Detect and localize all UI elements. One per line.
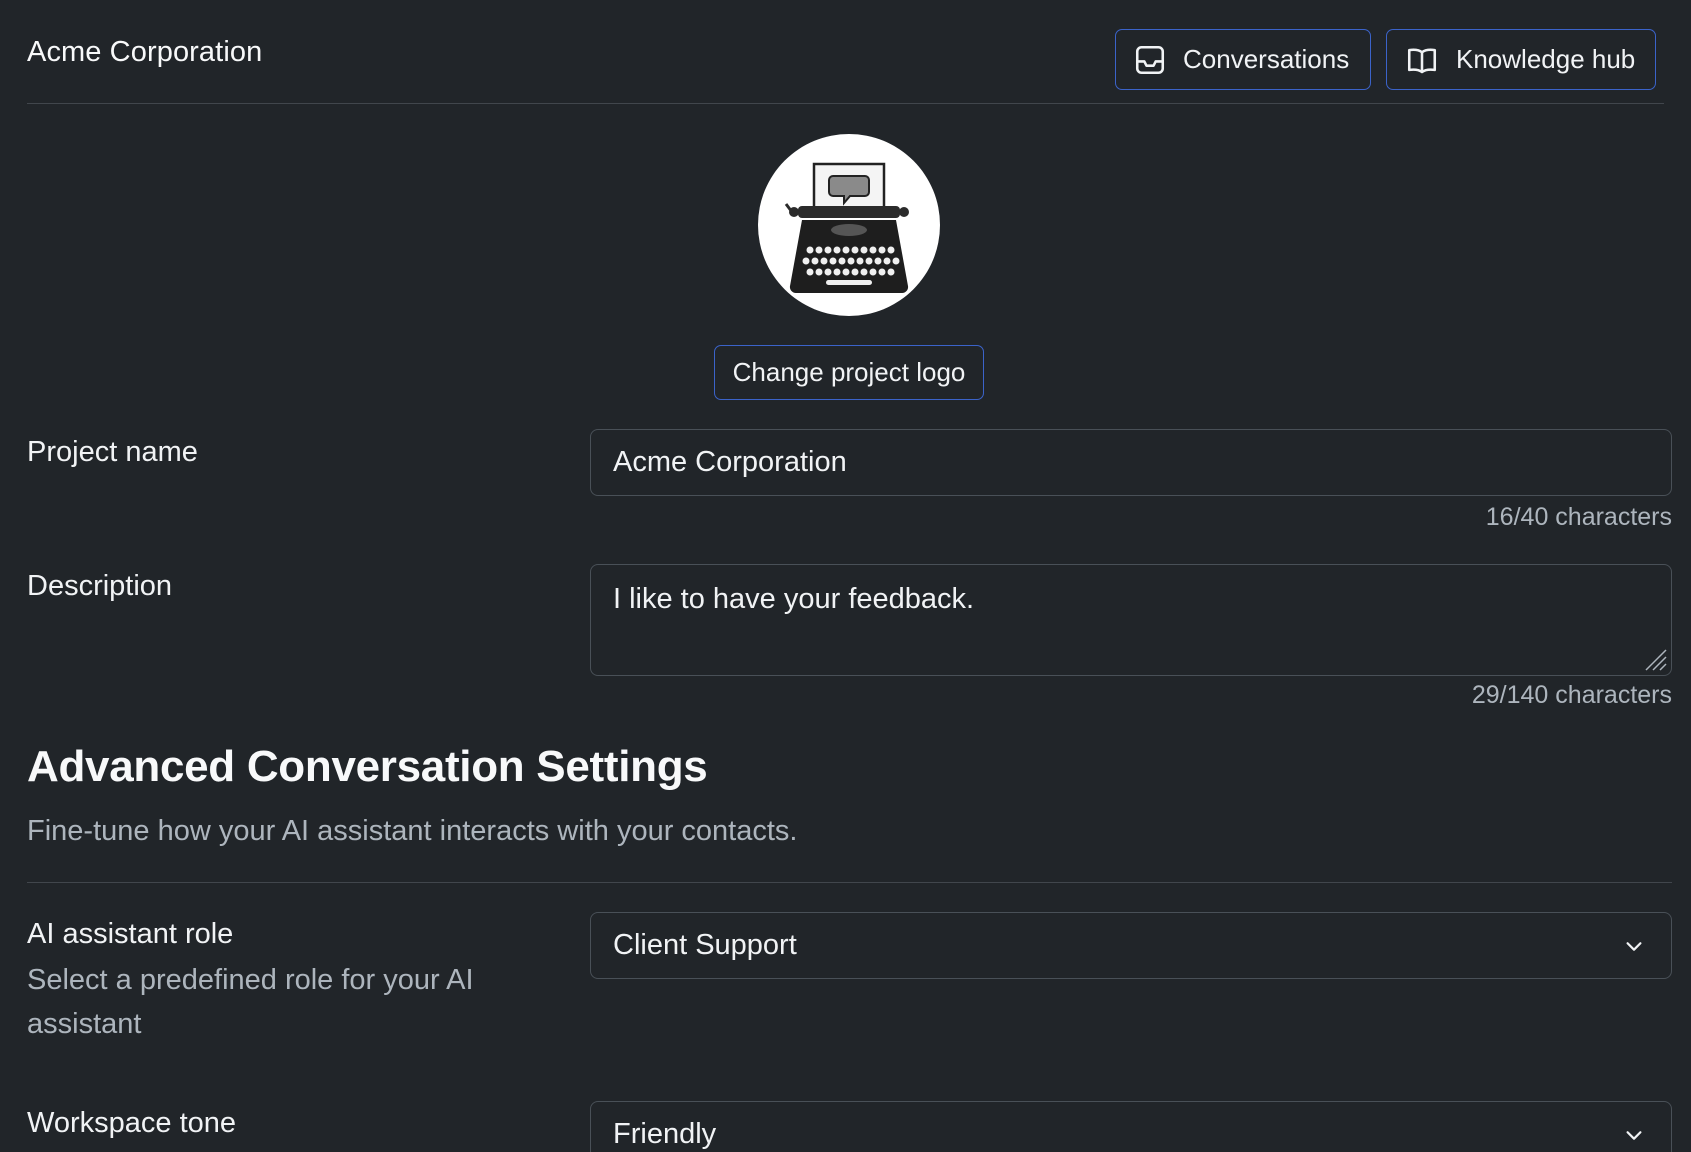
description-textarea[interactable]: I like to have your feedback. bbox=[590, 564, 1672, 676]
description-label: Description bbox=[27, 570, 173, 602]
change-logo-button[interactable]: Change project logo bbox=[714, 345, 984, 400]
conversations-button[interactable]: Conversations bbox=[1115, 29, 1371, 90]
conversations-label: Conversations bbox=[1183, 44, 1350, 74]
typewriter-icon bbox=[784, 162, 909, 294]
brand-title: Acme Corporation bbox=[27, 36, 263, 68]
assistant-role-value: Client Support bbox=[613, 929, 797, 961]
project-name-label: Project name bbox=[27, 436, 198, 468]
assistant-role-label: AI assistant role bbox=[27, 918, 234, 950]
chevron-down-icon bbox=[1626, 941, 1642, 951]
section-title: Advanced Conversation Settings bbox=[27, 742, 708, 791]
chevron-down-icon bbox=[1626, 1130, 1642, 1140]
workspace-tone-label: Workspace tone bbox=[27, 1107, 237, 1139]
section-divider bbox=[27, 882, 1672, 883]
resize-handle-icon[interactable] bbox=[1642, 646, 1668, 672]
project-name-input[interactable]: Acme Corporation bbox=[590, 429, 1672, 496]
settings-page: Acme Corporation Conversations Knowledge… bbox=[0, 0, 1691, 1152]
project-name-counter: 16/40 characters bbox=[1485, 503, 1672, 531]
description-counter: 29/140 characters bbox=[1471, 681, 1672, 709]
description-value: I like to have your feedback. bbox=[613, 583, 975, 615]
assistant-role-help: Select a predefined role for your AI ass… bbox=[27, 964, 474, 1040]
project-logo bbox=[758, 134, 940, 316]
knowledge-hub-label: Knowledge hub bbox=[1456, 44, 1636, 74]
book-open-icon bbox=[1407, 48, 1437, 73]
inbox-icon bbox=[1135, 45, 1165, 74]
workspace-tone-value: Friendly bbox=[613, 1118, 717, 1150]
workspace-tone-select[interactable]: Friendly bbox=[590, 1101, 1672, 1152]
header: Acme Corporation Conversations Knowledge… bbox=[27, 0, 1664, 104]
knowledge-hub-button[interactable]: Knowledge hub bbox=[1386, 29, 1656, 90]
project-name-value: Acme Corporation bbox=[613, 446, 847, 478]
assistant-role-select[interactable]: Client Support bbox=[590, 912, 1672, 979]
section-subtitle: Fine-tune how your AI assistant interact… bbox=[27, 815, 798, 847]
